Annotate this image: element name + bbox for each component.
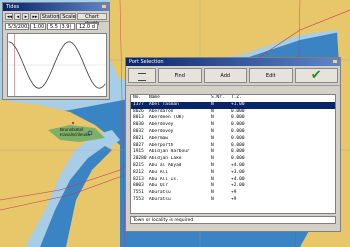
table-row[interactable]: 20280 Abidjan Lake N 0.000 <box>131 156 335 163</box>
table-cell: 8212 <box>133 169 144 175</box>
table-row[interactable]: 7553 Aburatsu N +9 <box>131 197 335 204</box>
port-window-title: Port Selection <box>129 59 164 65</box>
table-cell: 8030 <box>133 122 144 128</box>
table-cell: +1.00 <box>231 101 245 107</box>
table-cell: 20280 <box>133 156 147 162</box>
table-cell: N <box>211 108 214 114</box>
tide-window: Tides ◂◂ ◂ ▸ ▸▸ Station Scale Chart dept… <box>2 2 110 100</box>
table-cell: Aburatsu <box>149 190 171 196</box>
scale-button[interactable]: Scale <box>60 12 76 20</box>
table-cell: +4.00 <box>231 162 245 168</box>
table-cell: Abidjan Harbour <box>149 149 190 155</box>
chart-depth-button[interactable]: Chart depth <box>76 12 107 27</box>
table-cell: N <box>211 135 214 141</box>
list-view-button[interactable] <box>128 68 156 83</box>
table-row[interactable]: 8212 Abu Ali N +3.00 <box>131 170 335 177</box>
table-cell: +9 <box>231 196 237 202</box>
table-cell: N <box>211 115 214 121</box>
table-cell: 0.000 <box>231 156 245 162</box>
tide-depth: 12.0 d <box>76 23 98 30</box>
tide-date: 5/3/2002 <box>5 23 29 30</box>
table-cell: Abermaw <box>149 135 168 141</box>
table-cell: 7551 <box>133 190 144 196</box>
rewind-button[interactable]: ◂ <box>14 12 22 20</box>
checkmark-icon: ✔ <box>310 68 322 83</box>
find-button[interactable]: Find <box>158 68 202 83</box>
table-cell: Abu Ali Is. <box>149 176 179 182</box>
map-place-label: Brunsbüttel Kanalschleuse <box>60 127 90 137</box>
table-cell: N <box>211 122 214 128</box>
table-cell: N <box>211 169 214 175</box>
table-cell: 0.000 <box>231 128 245 134</box>
close-icon[interactable] <box>101 4 107 9</box>
table-cell: 0.000 <box>231 135 245 141</box>
table-cell: Aberdovey <box>149 128 174 134</box>
table-cell: 7553 <box>133 196 144 202</box>
tide-curve-plot <box>7 33 107 97</box>
table-cell: Aberdeen (UK) <box>149 115 185 121</box>
port-list-header: No. Name S.Nr. T.Z. <box>133 95 242 100</box>
tide-window-title: Tides <box>6 4 20 10</box>
close-icon[interactable] <box>332 59 338 64</box>
table-cell: Aburatsu <box>149 196 171 202</box>
table-cell: N <box>211 149 214 155</box>
tide-time: 1:00 <box>30 23 46 30</box>
port-status-bar: Town or locality is required <box>130 216 336 224</box>
table-cell: Abu al Abyad <box>149 162 182 168</box>
table-cell: 1377 <box>133 101 144 107</box>
table-cell: Abu Qir <box>149 183 168 189</box>
station-button[interactable]: Station <box>39 12 60 20</box>
table-cell: Aberdaron <box>149 108 174 114</box>
table-cell: 8032 <box>133 128 144 134</box>
forward-button[interactable]: ▸ <box>22 12 30 20</box>
add-button[interactable]: Add <box>203 68 247 83</box>
tide-info-row: 5/3/2002 1:00 5.5 (3.9) 12.0 d <box>3 22 109 31</box>
table-row[interactable]: 1377 Abel Tasman N +1.00 <box>131 101 335 109</box>
table-cell: Abu Ali <box>149 169 168 175</box>
table-cell: 8215 <box>133 162 144 168</box>
table-cell: +3.00 <box>231 169 245 175</box>
table-cell: N <box>211 196 214 202</box>
table-cell: N <box>211 190 214 196</box>
edit-button[interactable]: Edit <box>249 68 293 83</box>
tide-height: 5.5 (3.9) <box>47 23 75 30</box>
port-list[interactable]: No. Name S.Nr. T.Z. 1377 Abel Tasman N +1.0… <box>130 94 336 214</box>
table-cell: +9 <box>231 190 237 196</box>
table-cell: 0.000 <box>231 122 245 128</box>
rewind-fast-button[interactable]: ◂◂ <box>5 12 14 20</box>
table-cell: Aberporth <box>149 142 174 148</box>
table-row[interactable]: 7551 Aburatsu N +9 <box>131 190 335 197</box>
table-row[interactable]: 8215 Abu al Abyad N +4.00 <box>131 163 335 170</box>
table-cell: N <box>211 142 214 148</box>
port-toolbar: Find Add Edit ✔ <box>126 66 340 86</box>
tide-toolbar: ◂◂ ◂ ▸ ▸▸ Station Scale Chart depth <box>3 11 109 27</box>
port-selection-window: Port Selection Find Add Edit ✔ No. Name … <box>125 57 341 232</box>
forward-fast-button[interactable]: ▸▸ <box>30 12 39 20</box>
table-cell: N <box>211 101 214 107</box>
table-row[interactable]: 8021 Abermaw N 0.000 <box>131 136 335 143</box>
table-cell: N <box>211 156 214 162</box>
list-icon <box>138 73 146 81</box>
table-row[interactable]: 8030 Aberdovey N 0.000 <box>131 122 335 129</box>
table-cell: Aberdovey <box>149 122 174 128</box>
port-window-titlebar[interactable]: Port Selection <box>126 58 340 66</box>
tide-window-titlebar[interactable]: Tides <box>3 3 109 11</box>
table-cell: N <box>211 176 214 182</box>
table-cell: N <box>211 162 214 168</box>
table-cell: N <box>211 183 214 189</box>
table-row[interactable]: 8032 Aberdovey N 0.000 <box>131 129 335 136</box>
ok-button[interactable]: ✔ <box>294 68 338 83</box>
table-cell: N <box>211 128 214 134</box>
table-cell: Abel Tasman <box>149 101 179 107</box>
table-cell: Abidjan Lake <box>149 156 182 162</box>
table-cell: 8021 <box>133 135 144 141</box>
